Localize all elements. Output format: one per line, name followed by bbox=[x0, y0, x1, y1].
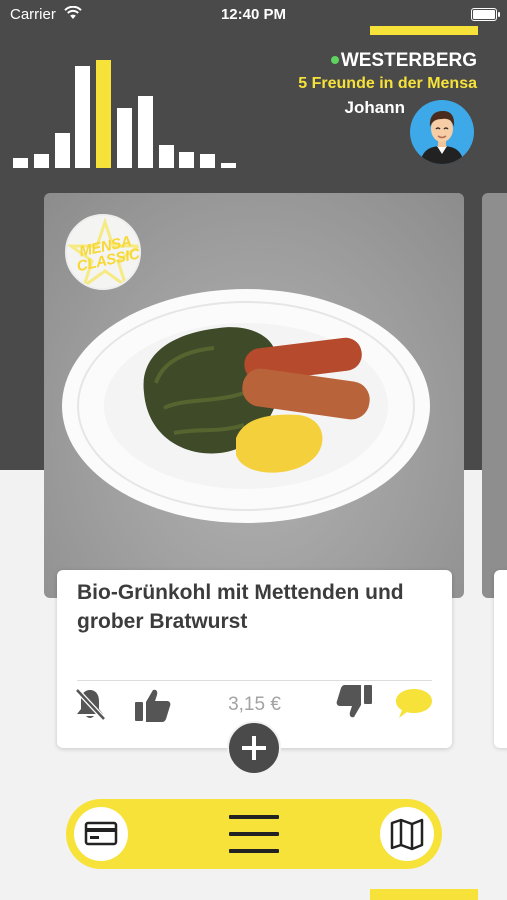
occupancy-bar bbox=[137, 96, 153, 168]
next-meal-card-preview[interactable] bbox=[482, 193, 507, 598]
occupancy-bar bbox=[54, 133, 70, 168]
thumbs-down-icon[interactable] bbox=[335, 684, 373, 720]
add-button[interactable] bbox=[227, 721, 281, 775]
battery-icon bbox=[471, 8, 500, 21]
meal-price: 3,15 € bbox=[228, 694, 281, 715]
thumbs-up-icon[interactable] bbox=[134, 687, 172, 723]
occupancy-bar bbox=[13, 158, 28, 168]
mensa-name[interactable]: WESTERBERG bbox=[341, 50, 477, 72]
occupancy-bar bbox=[200, 154, 216, 168]
occupancy-chart bbox=[13, 55, 243, 168]
occupancy-bar bbox=[117, 108, 132, 168]
occupancy-bar bbox=[75, 66, 91, 168]
occupancy-bar bbox=[96, 60, 112, 168]
hamburger-menu-icon[interactable] bbox=[229, 812, 279, 856]
page-indicator-top bbox=[370, 26, 478, 35]
payment-card-button[interactable] bbox=[74, 807, 128, 861]
chat-bubble-icon[interactable] bbox=[395, 687, 433, 719]
online-status-dot bbox=[331, 56, 339, 64]
page-indicator-bottom bbox=[370, 889, 478, 900]
map-button[interactable] bbox=[380, 807, 434, 861]
avatar-portrait-icon bbox=[420, 111, 464, 164]
next-meal-info-preview[interactable] bbox=[494, 570, 507, 748]
status-bar: Carrier 12:40 PM bbox=[0, 0, 507, 28]
occupancy-bar bbox=[158, 145, 174, 168]
credit-card-icon bbox=[84, 821, 118, 846]
card-divider bbox=[77, 680, 432, 681]
meal-title: Bio-Grünkohl mit Mettenden und grober Br… bbox=[77, 581, 404, 633]
avatar[interactable] bbox=[410, 100, 474, 164]
mensa-classic-badge: MENSA CLASSIC bbox=[65, 214, 141, 290]
occupancy-bar bbox=[179, 152, 195, 168]
bell-slash-icon[interactable] bbox=[74, 687, 106, 721]
clock: 12:40 PM bbox=[220, 6, 287, 23]
friends-count[interactable]: 5 Freunde in der Mensa bbox=[298, 75, 477, 93]
map-icon bbox=[390, 818, 424, 851]
user-name: Johann bbox=[344, 98, 405, 117]
occupancy-bar bbox=[221, 163, 236, 168]
occupancy-bar bbox=[33, 154, 49, 168]
plus-icon bbox=[242, 736, 266, 760]
bottom-navigation bbox=[66, 799, 442, 869]
